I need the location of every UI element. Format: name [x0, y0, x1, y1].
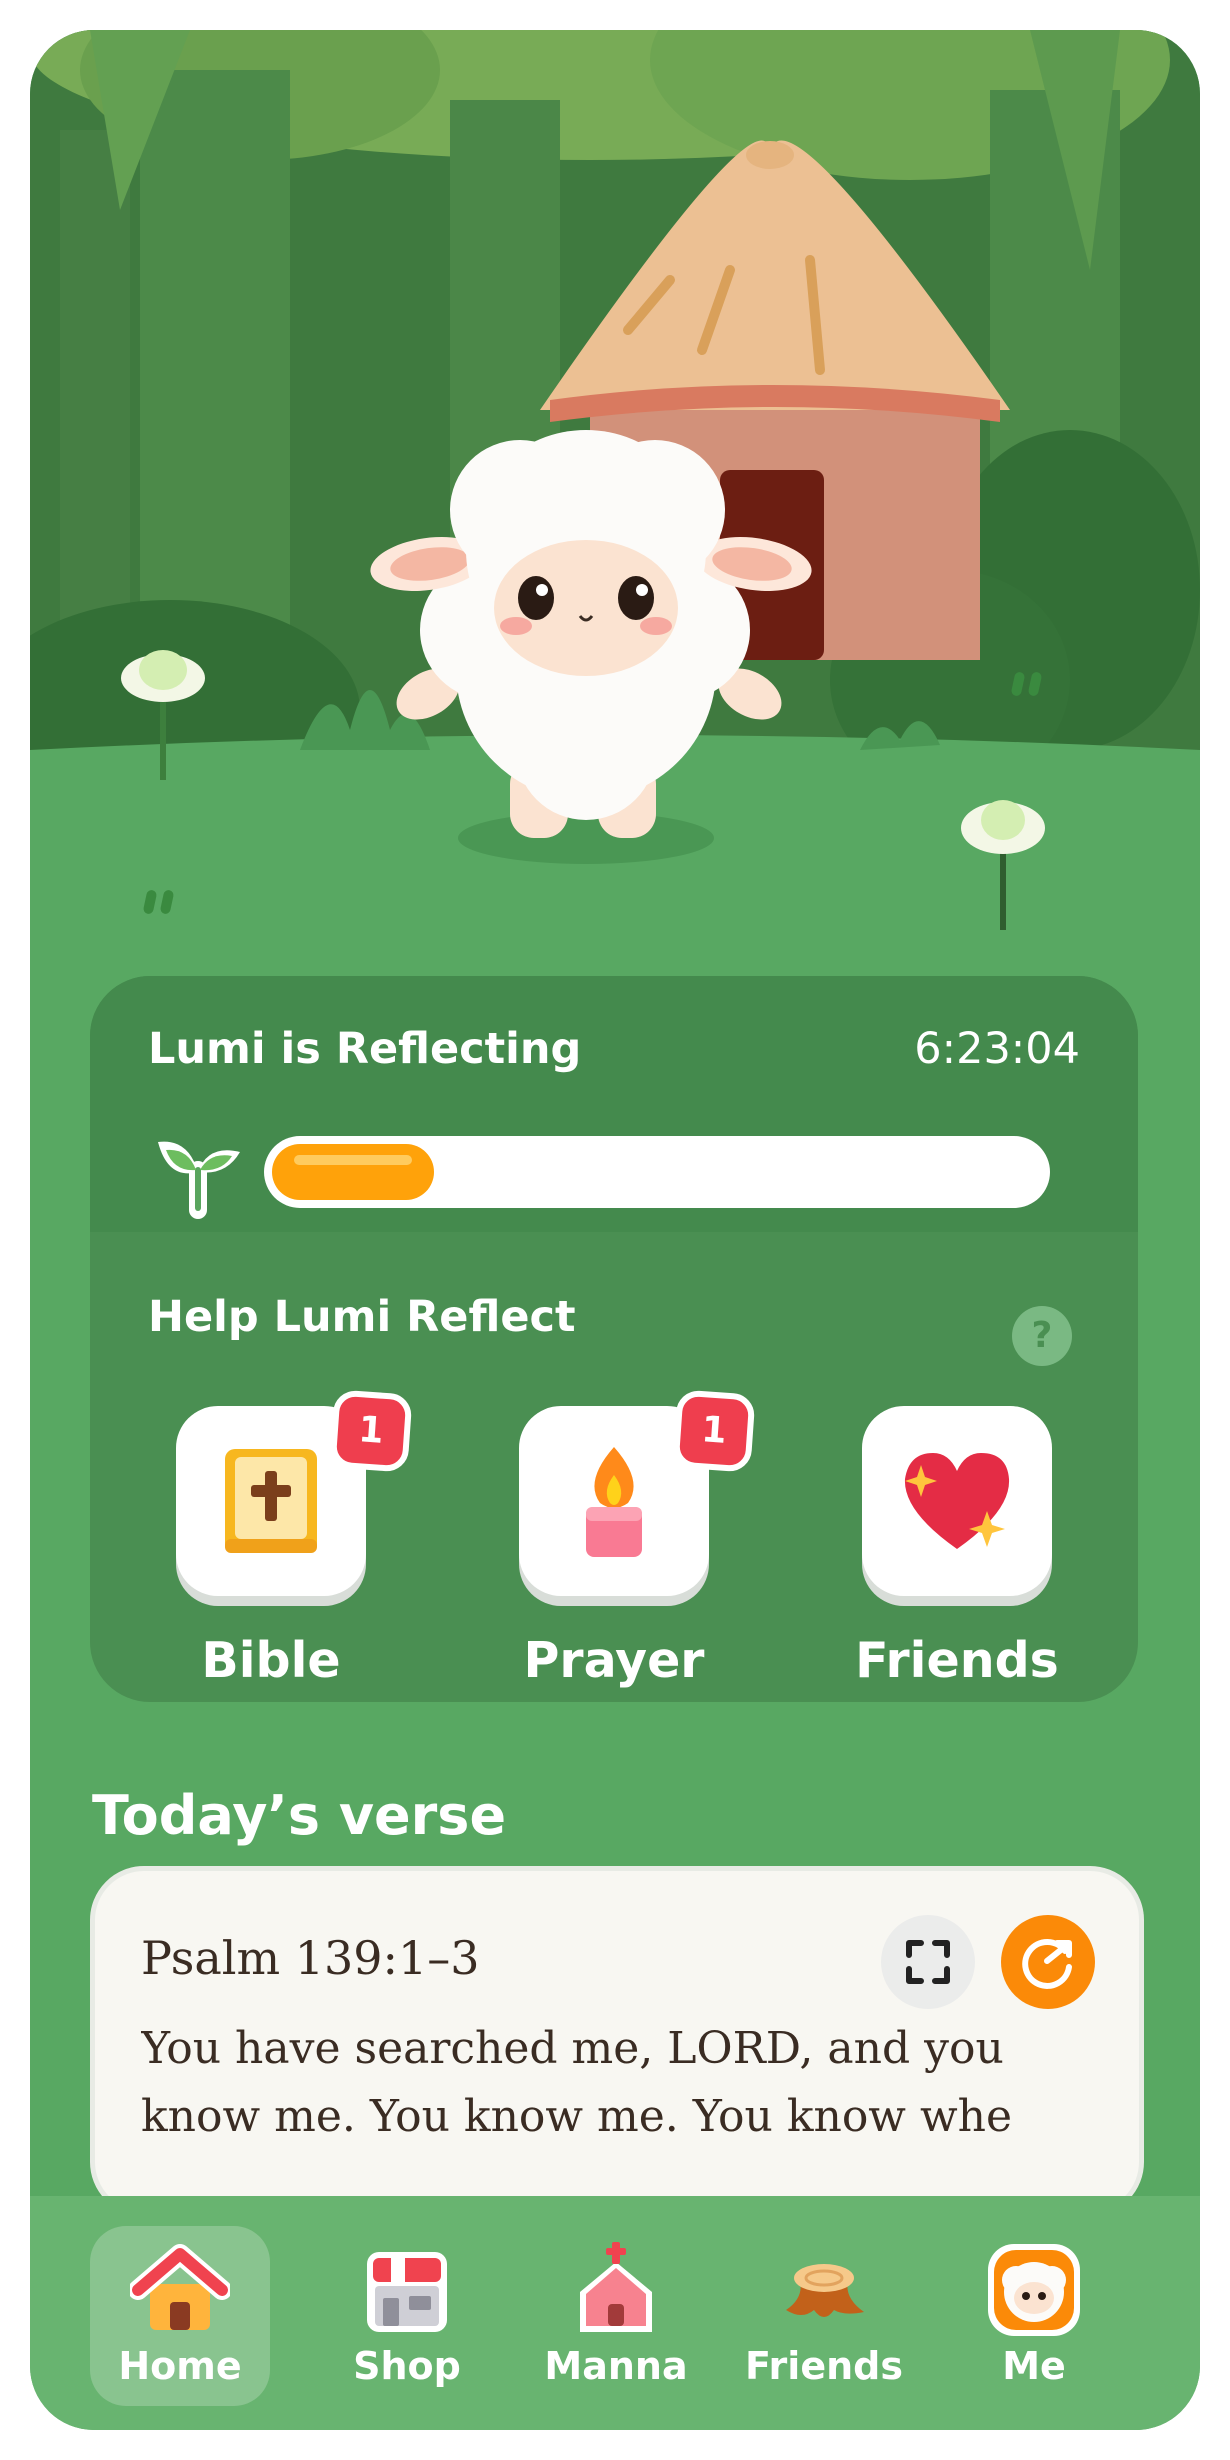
verse-card[interactable]: Psalm 139:1–3 You have searched me, LORD…	[90, 1866, 1144, 2216]
nav-shop[interactable]: Shop	[317, 2226, 497, 2406]
prayer-tile[interactable]: 1	[519, 1389, 756, 1596]
verse-text-line: You have searched me, LORD, and you	[141, 2023, 1004, 2074]
nav-me[interactable]: Me	[944, 2226, 1124, 2406]
forest-scene-illustration	[30, 30, 1200, 990]
bible-tile[interactable]: 1	[176, 1389, 413, 1596]
nav-manna[interactable]: Manna	[526, 2226, 706, 2406]
expand-icon	[906, 1940, 950, 1984]
sparkle-heart-icon	[904, 1453, 1010, 1549]
share-icon	[1022, 1939, 1072, 1989]
prayer-action[interactable]: 1 Prayer	[519, 1389, 756, 1689]
verse-heading: Today’s verse	[92, 1784, 507, 1847]
bible-action[interactable]: 1 Bible	[176, 1389, 413, 1689]
tree-stump-icon	[786, 2264, 864, 2317]
candle-icon	[586, 1447, 642, 1557]
nav-shop-label: Shop	[353, 2344, 461, 2388]
prayer-label: Prayer	[523, 1632, 705, 1689]
bible-icon	[225, 1449, 317, 1553]
help-icon[interactable]: ?	[1012, 1306, 1072, 1366]
nav-home-label: Home	[118, 2344, 242, 2388]
sprout-icon	[158, 1141, 240, 1219]
status-title: Lumi is Reflecting	[148, 1024, 582, 1074]
sheep-avatar-icon	[988, 2244, 1080, 2336]
bottom-nav: Home Shop Manna Friends Me	[30, 2196, 1200, 2430]
nav-friends-label: Friends	[745, 2344, 903, 2388]
friends-tile[interactable]	[862, 1406, 1052, 1596]
prayer-badge: 1	[672, 1389, 756, 1473]
friends-action[interactable]: Friends	[855, 1406, 1059, 1689]
home-icon	[130, 2244, 230, 2330]
verse-reference: Psalm 139:1–3	[141, 1931, 480, 1985]
expand-button[interactable]	[881, 1915, 975, 2009]
nav-friends[interactable]: Friends	[734, 2226, 914, 2406]
nav-home[interactable]: Home	[90, 2226, 270, 2406]
reflection-progress-fill	[272, 1144, 434, 1200]
nav-manna-label: Manna	[544, 2344, 688, 2388]
friends-label: Friends	[855, 1632, 1059, 1689]
share-button[interactable]	[1001, 1915, 1095, 2009]
nav-me-label: Me	[1002, 2344, 1066, 2388]
reflection-progress-bar	[264, 1136, 1050, 1208]
bible-label: Bible	[201, 1632, 341, 1689]
reflection-timer: 6:23:04	[914, 1024, 1080, 1074]
verse-text-line: know me. You know me. You know whe	[141, 2091, 1012, 2142]
shop-icon	[367, 2252, 447, 2332]
app-screen: Lumi is Reflecting 6:23:04 Help Lumi Ref…	[30, 30, 1200, 2430]
help-title: Help Lumi Reflect	[148, 1292, 576, 1342]
reflection-status-card: Lumi is Reflecting 6:23:04 Help Lumi Ref…	[90, 976, 1138, 1702]
church-icon	[580, 2242, 652, 2332]
bible-badge: 1	[329, 1389, 413, 1473]
verse-text: You have searched me, LORD, and you know…	[141, 2015, 1081, 2151]
